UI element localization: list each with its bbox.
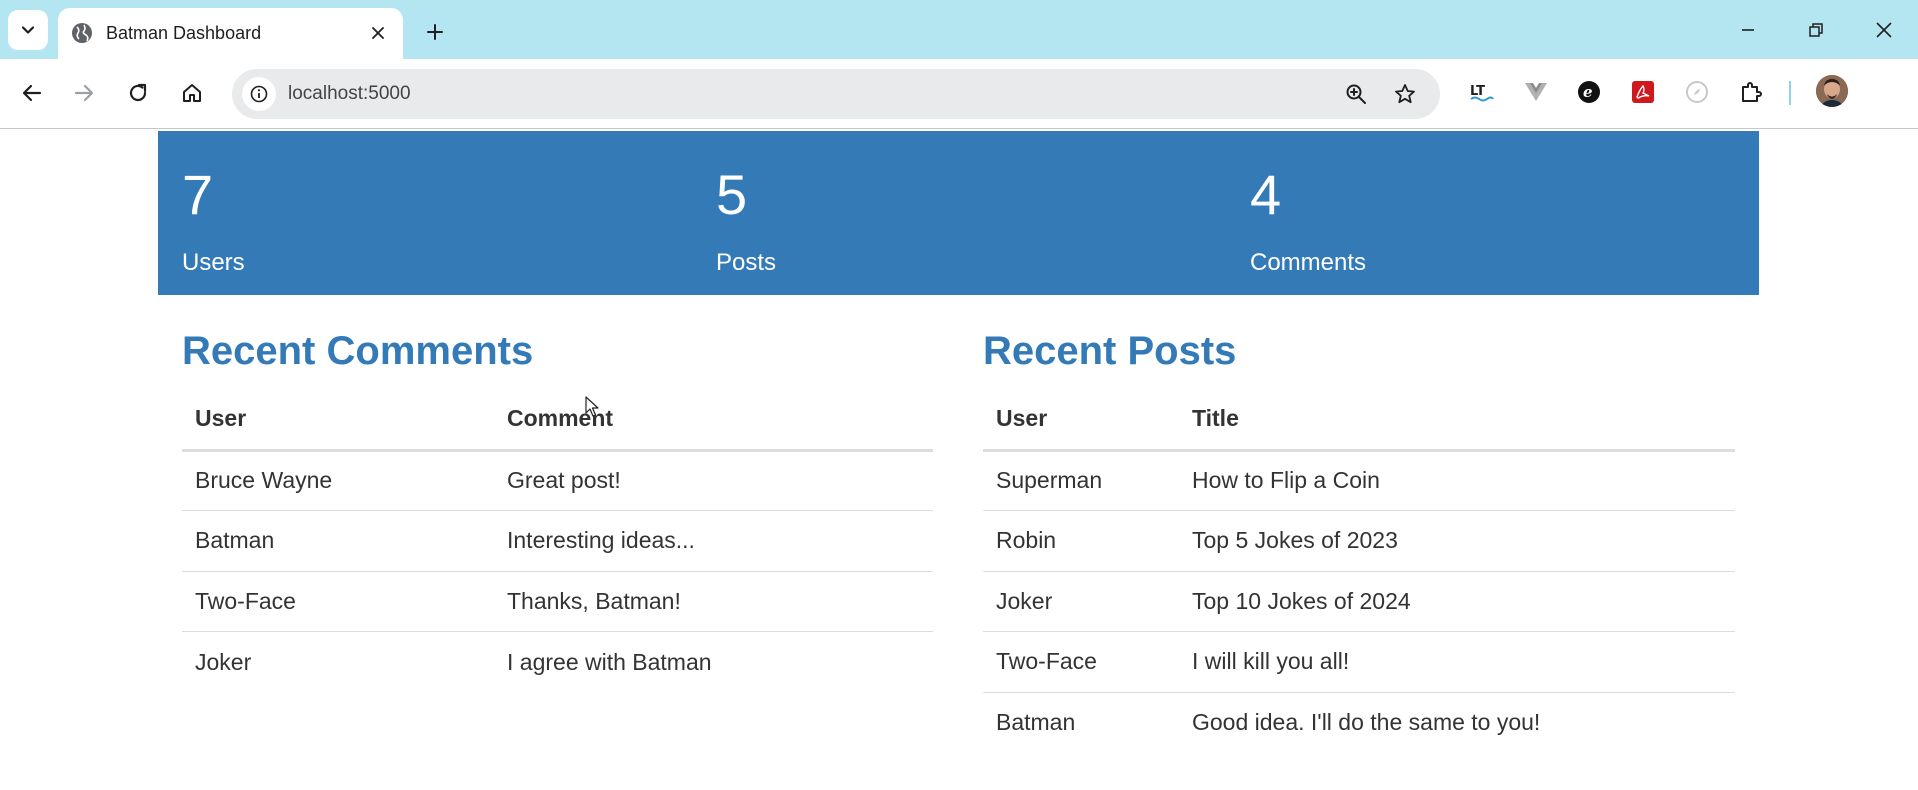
tab-close-button[interactable] (365, 20, 391, 46)
pdf-icon[interactable] (1627, 76, 1659, 108)
comment-user-cell: Two-Face (182, 571, 494, 632)
table-header-row: User Title (983, 388, 1735, 452)
plus-icon (427, 24, 443, 40)
puzzle-extensions-icon[interactable] (1735, 76, 1767, 108)
comment-text-cell: Great post! (494, 450, 933, 511)
back-button[interactable] (12, 73, 52, 113)
languagetool-icon[interactable]: LT (1466, 76, 1498, 108)
globe-icon (72, 23, 92, 43)
table-header-row: User Comment (182, 388, 933, 452)
comment-text-cell: I agree with Batman (507, 648, 712, 675)
comment-user-cell: Batman (182, 510, 494, 572)
forward-arrow-icon (74, 84, 94, 102)
reload-button[interactable] (118, 73, 158, 113)
post-user-cell: Superman (983, 450, 1179, 511)
table-row: Two-Face Thanks, Batman! (182, 571, 933, 632)
star-icon (1395, 84, 1415, 104)
minimize-button[interactable] (1728, 10, 1768, 50)
table-row: Robin Top 5 Jokes of 2023 (983, 510, 1735, 572)
stat-comments-value: 4 (1250, 163, 1282, 226)
column-header-comment: Comment (494, 388, 933, 452)
post-user-cell: Batman (996, 709, 1076, 735)
table-row: Two-Face I will kill you all! (983, 631, 1735, 693)
stat-users-label: Users (182, 249, 245, 276)
close-window-icon (1876, 22, 1892, 38)
post-title-cell: Good idea. I'll do the same to you! (1192, 709, 1541, 735)
close-icon (372, 27, 384, 39)
tab-title: Batman Dashboard (106, 23, 262, 43)
zoom-icon (1346, 84, 1366, 104)
profile-avatar-icon (1816, 75, 1848, 107)
column-header-user: User (182, 388, 494, 452)
restore-button[interactable] (1796, 10, 1836, 50)
close-window-button[interactable] (1864, 10, 1904, 50)
zoom-button[interactable] (1340, 78, 1372, 110)
column-header-user: User (983, 388, 1179, 452)
post-user-cell: Two-Face (983, 631, 1179, 693)
mouse-cursor-icon (585, 396, 599, 417)
comment-text-cell: Thanks, Batman! (494, 571, 933, 632)
stat-users-value: 7 (182, 163, 214, 226)
table-row: Bruce Wayne Great post! (182, 450, 933, 511)
compass-icon[interactable] (1681, 76, 1713, 108)
post-title-cell: Top 5 Jokes of 2023 (1179, 510, 1735, 572)
browser-toolbar: localhost:5000 LT e (0, 59, 1918, 129)
stat-posts-label: Posts (716, 249, 777, 276)
restore-icon (1809, 23, 1823, 37)
recent-posts-title: Recent Posts (983, 329, 1237, 373)
post-title-cell: I will kill you all! (1179, 631, 1735, 693)
back-arrow-icon (22, 84, 42, 102)
browser-tab[interactable]: Batman Dashboard (58, 8, 403, 59)
recent-comments-title: Recent Comments (182, 329, 534, 373)
comment-user-cell: Bruce Wayne (182, 450, 494, 511)
minimize-icon (1742, 29, 1754, 31)
new-tab-button[interactable] (417, 14, 453, 50)
table-row: Superman How to Flip a Coin (983, 450, 1735, 511)
chevron-down-icon (21, 26, 35, 34)
tab-search-button[interactable] (8, 10, 48, 50)
address-bar[interactable]: localhost:5000 (232, 69, 1440, 119)
stats-banner: 7 Users 5 Posts 4 Comments (158, 131, 1759, 295)
comment-user-cell: Joker (195, 648, 252, 675)
home-icon (183, 84, 201, 102)
table-row: Batman Good idea. I'll do the same to yo… (983, 692, 1735, 753)
forward-button[interactable] (64, 73, 104, 113)
table-row: Batman Interesting ideas... (182, 510, 933, 572)
url-text[interactable]: localhost:5000 (288, 83, 411, 105)
post-title-cell: Top 10 Jokes of 2024 (1179, 571, 1735, 632)
table-row: Joker I agree with Batman (182, 632, 933, 693)
bookmark-button[interactable] (1389, 78, 1421, 110)
stat-comments-label: Comments (1250, 249, 1367, 276)
vue-devtools-icon[interactable] (1520, 76, 1552, 108)
tab-strip: Batman Dashboard (0, 0, 1918, 59)
stat-posts-value: 5 (716, 163, 748, 226)
e-extension-icon[interactable]: e (1573, 76, 1605, 108)
table-row: Joker Top 10 Jokes of 2024 (983, 571, 1735, 632)
svg-text:LT: LT (1470, 84, 1485, 99)
info-icon (250, 85, 268, 103)
home-button[interactable] (172, 73, 212, 113)
avatar[interactable] (1816, 75, 1848, 107)
post-user-cell: Robin (983, 510, 1179, 572)
column-header-title: Title (1179, 388, 1735, 452)
recent-comments-table: User Comment Bruce Wayne Great post! Bat… (182, 388, 933, 692)
recent-posts-table: User Title Superman How to Flip a Coin R… (983, 388, 1735, 753)
reload-icon (129, 83, 147, 102)
toolbar-separator (1789, 81, 1791, 105)
post-user-cell: Joker (983, 571, 1179, 632)
site-info-button[interactable] (242, 77, 276, 111)
comment-text-cell: Interesting ideas... (494, 510, 933, 572)
post-title-cell: How to Flip a Coin (1179, 450, 1735, 511)
svg-text:e: e (1583, 83, 1593, 101)
